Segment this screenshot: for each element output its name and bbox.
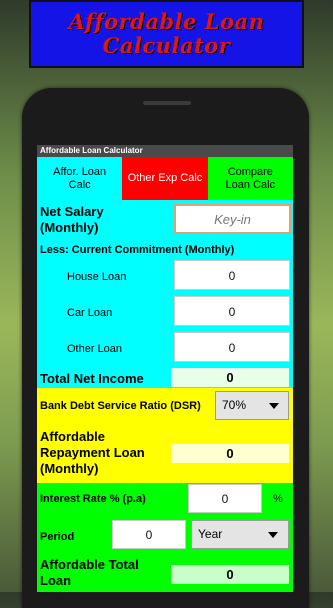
affordable-repayment-value: 0 [171, 444, 289, 463]
repayment-section: Bank Debt Service Ratio (DSR) 70% Afford… [37, 388, 293, 483]
promo-banner: Affordable Loan Calculator [29, 0, 304, 68]
interest-rate-input[interactable]: 0 [188, 484, 262, 513]
chevron-down-icon [268, 532, 278, 538]
net-salary-input[interactable]: Key-in [174, 204, 291, 234]
affordable-total-loan-value: 0 [171, 565, 289, 584]
other-loan-label: Other Loan [67, 343, 123, 355]
promo-title-line1: Affordable Loan [68, 9, 265, 34]
affordable-total-loan-label: Affordable Total Loan [40, 557, 139, 588]
house-loan-input[interactable]: 0 [174, 260, 290, 290]
total-net-income-label: Total Net Income [40, 371, 144, 386]
period-unit-select[interactable]: Year [191, 520, 289, 549]
app-screen: Affordable Loan Calculator Affor. Loan C… [37, 145, 293, 592]
dsr-label: Bank Debt Service Ratio (DSR) [40, 400, 201, 412]
dsr-select[interactable]: 70% [215, 391, 289, 420]
tab-label-line2: Calc [68, 178, 91, 191]
tab-other-exp-calc[interactable]: Other Exp Calc [122, 157, 208, 200]
affordable-repayment-label: Affordable Repayment Loan (Monthly) [40, 429, 145, 476]
total-net-income-value: 0 [171, 368, 289, 387]
tab-label-line1: Affor. Loan [53, 165, 107, 178]
tab-label: Other Exp Calc [127, 172, 203, 184]
tab-label-line1: Compare [227, 165, 273, 178]
car-loan-input[interactable]: 0 [174, 296, 290, 326]
tab-label-line2: Loan Calc [225, 178, 276, 191]
less-commitment-label: Less: Current Commitment (Monthly) [40, 244, 235, 256]
other-loan-input[interactable]: 0 [174, 332, 290, 362]
income-section: Net Salary (Monthly) Key-in Less: Curren… [37, 200, 293, 388]
tab-bar: Affor. Loan Calc Other Exp Calc Compare … [37, 157, 293, 200]
dsr-selected-value: 70% [222, 398, 247, 412]
phone-speaker [143, 101, 191, 105]
app-title-bar: Affordable Loan Calculator [37, 145, 293, 157]
tab-affor-loan-calc[interactable]: Affor. Loan Calc [37, 157, 123, 200]
net-salary-label: Net Salary (Monthly) [40, 204, 104, 235]
period-unit-value: Year [198, 527, 223, 541]
promo-title-line2: Calculator [102, 33, 231, 58]
car-loan-label: Car Loan [67, 307, 113, 319]
period-label: Period [40, 531, 75, 543]
loan-section: Interest Rate % (p.a) 0 % Period 0 Year … [37, 483, 293, 592]
house-loan-label: House Loan [67, 271, 127, 283]
percent-unit-label: % [273, 493, 283, 505]
interest-rate-label: Interest Rate % (p.a) [40, 493, 146, 505]
period-input[interactable]: 0 [112, 520, 186, 549]
chevron-down-icon [269, 403, 279, 409]
tab-compare-loan-calc[interactable]: Compare Loan Calc [207, 157, 293, 200]
